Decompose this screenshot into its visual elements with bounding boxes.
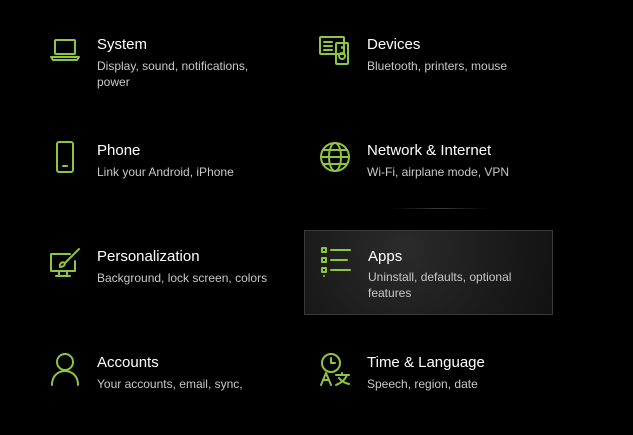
tile-personalization-description: Background, lock screen, colors <box>97 271 268 285</box>
laptop-icon <box>47 33 83 69</box>
devices-icon <box>317 33 353 69</box>
tile-apps[interactable]: Apps Uninstall, defaults, optional featu… <box>304 230 553 315</box>
tile-time-language-description: Speech, region, date <box>367 377 478 391</box>
time-language-icon <box>317 351 353 387</box>
tile-network-title: Network & Internet <box>367 142 492 159</box>
tile-phone-title: Phone <box>97 142 141 159</box>
tile-time-language-title: Time & Language <box>367 354 485 371</box>
tile-apps-description: Uninstall, defaults, optional features <box>368 270 512 300</box>
tile-phone[interactable]: Phone Link your Android, iPhone <box>47 139 295 223</box>
tile-devices[interactable]: Devices Bluetooth, printers, mouse <box>317 33 565 117</box>
tile-network-description: Wi-Fi, airplane mode, VPN <box>367 165 510 179</box>
phone-icon <box>47 139 83 175</box>
tile-network-internet[interactable]: Network & Internet Wi-Fi, airplane mode,… <box>317 139 565 223</box>
tile-apps-title: Apps <box>368 248 403 265</box>
tile-accounts-title: Accounts <box>97 354 159 371</box>
tile-phone-description: Link your Android, iPhone <box>97 165 234 179</box>
tile-personalization-title: Personalization <box>97 248 200 265</box>
tile-system-description: Display, sound, notifications, power <box>97 59 249 89</box>
tile-accounts-description: Your accounts, email, sync, <box>97 377 243 391</box>
tile-system[interactable]: System Display, sound, notifications, po… <box>47 33 295 117</box>
tile-time-language[interactable]: Time & Language Speech, region, date <box>317 351 565 435</box>
globe-icon <box>317 139 353 175</box>
settings-grid: System Display, sound, notifications, po… <box>0 0 633 393</box>
tile-accounts[interactable]: Accounts Your accounts, email, sync, <box>47 351 295 435</box>
tile-devices-description: Bluetooth, printers, mouse <box>367 59 508 73</box>
hover-reveal-highlight <box>390 208 490 209</box>
paint-brush-icon <box>47 245 83 281</box>
apps-list-icon <box>318 244 354 280</box>
tile-system-title: System <box>97 36 148 53</box>
tile-personalization[interactable]: Personalization Background, lock screen,… <box>47 245 295 329</box>
person-icon <box>47 351 83 387</box>
tile-devices-title: Devices <box>367 36 421 53</box>
